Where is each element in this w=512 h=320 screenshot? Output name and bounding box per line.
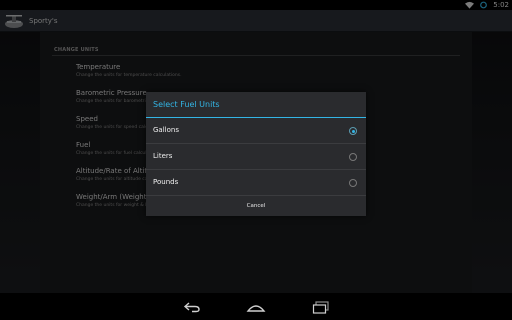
back-icon [183, 302, 200, 313]
navigation-bar [0, 293, 512, 320]
radio-unselected-icon[interactable] [349, 179, 357, 187]
back-button[interactable] [181, 299, 203, 315]
recent-apps-button[interactable] [310, 299, 332, 315]
dialog-title: Select Fuel Units [153, 100, 220, 109]
home-button[interactable] [245, 299, 267, 315]
radio-selected-icon[interactable] [349, 127, 357, 135]
option-pounds[interactable]: Pounds [146, 170, 366, 196]
fuel-units-dialog: Select Fuel Units Gallons Liters Pounds … [146, 92, 366, 216]
option-label: Pounds [153, 178, 179, 186]
option-liters[interactable]: Liters [146, 144, 366, 170]
recent-apps-icon [312, 300, 329, 314]
option-label: Gallons [153, 126, 179, 134]
option-gallons[interactable]: Gallons [146, 118, 366, 144]
option-label: Liters [153, 152, 173, 160]
cancel-button[interactable]: Cancel [146, 196, 366, 216]
radio-unselected-icon[interactable] [349, 153, 357, 161]
screen: 5:02 Sporty's CHANGE UNITS Temperature C… [0, 0, 512, 320]
home-icon [246, 305, 266, 312]
